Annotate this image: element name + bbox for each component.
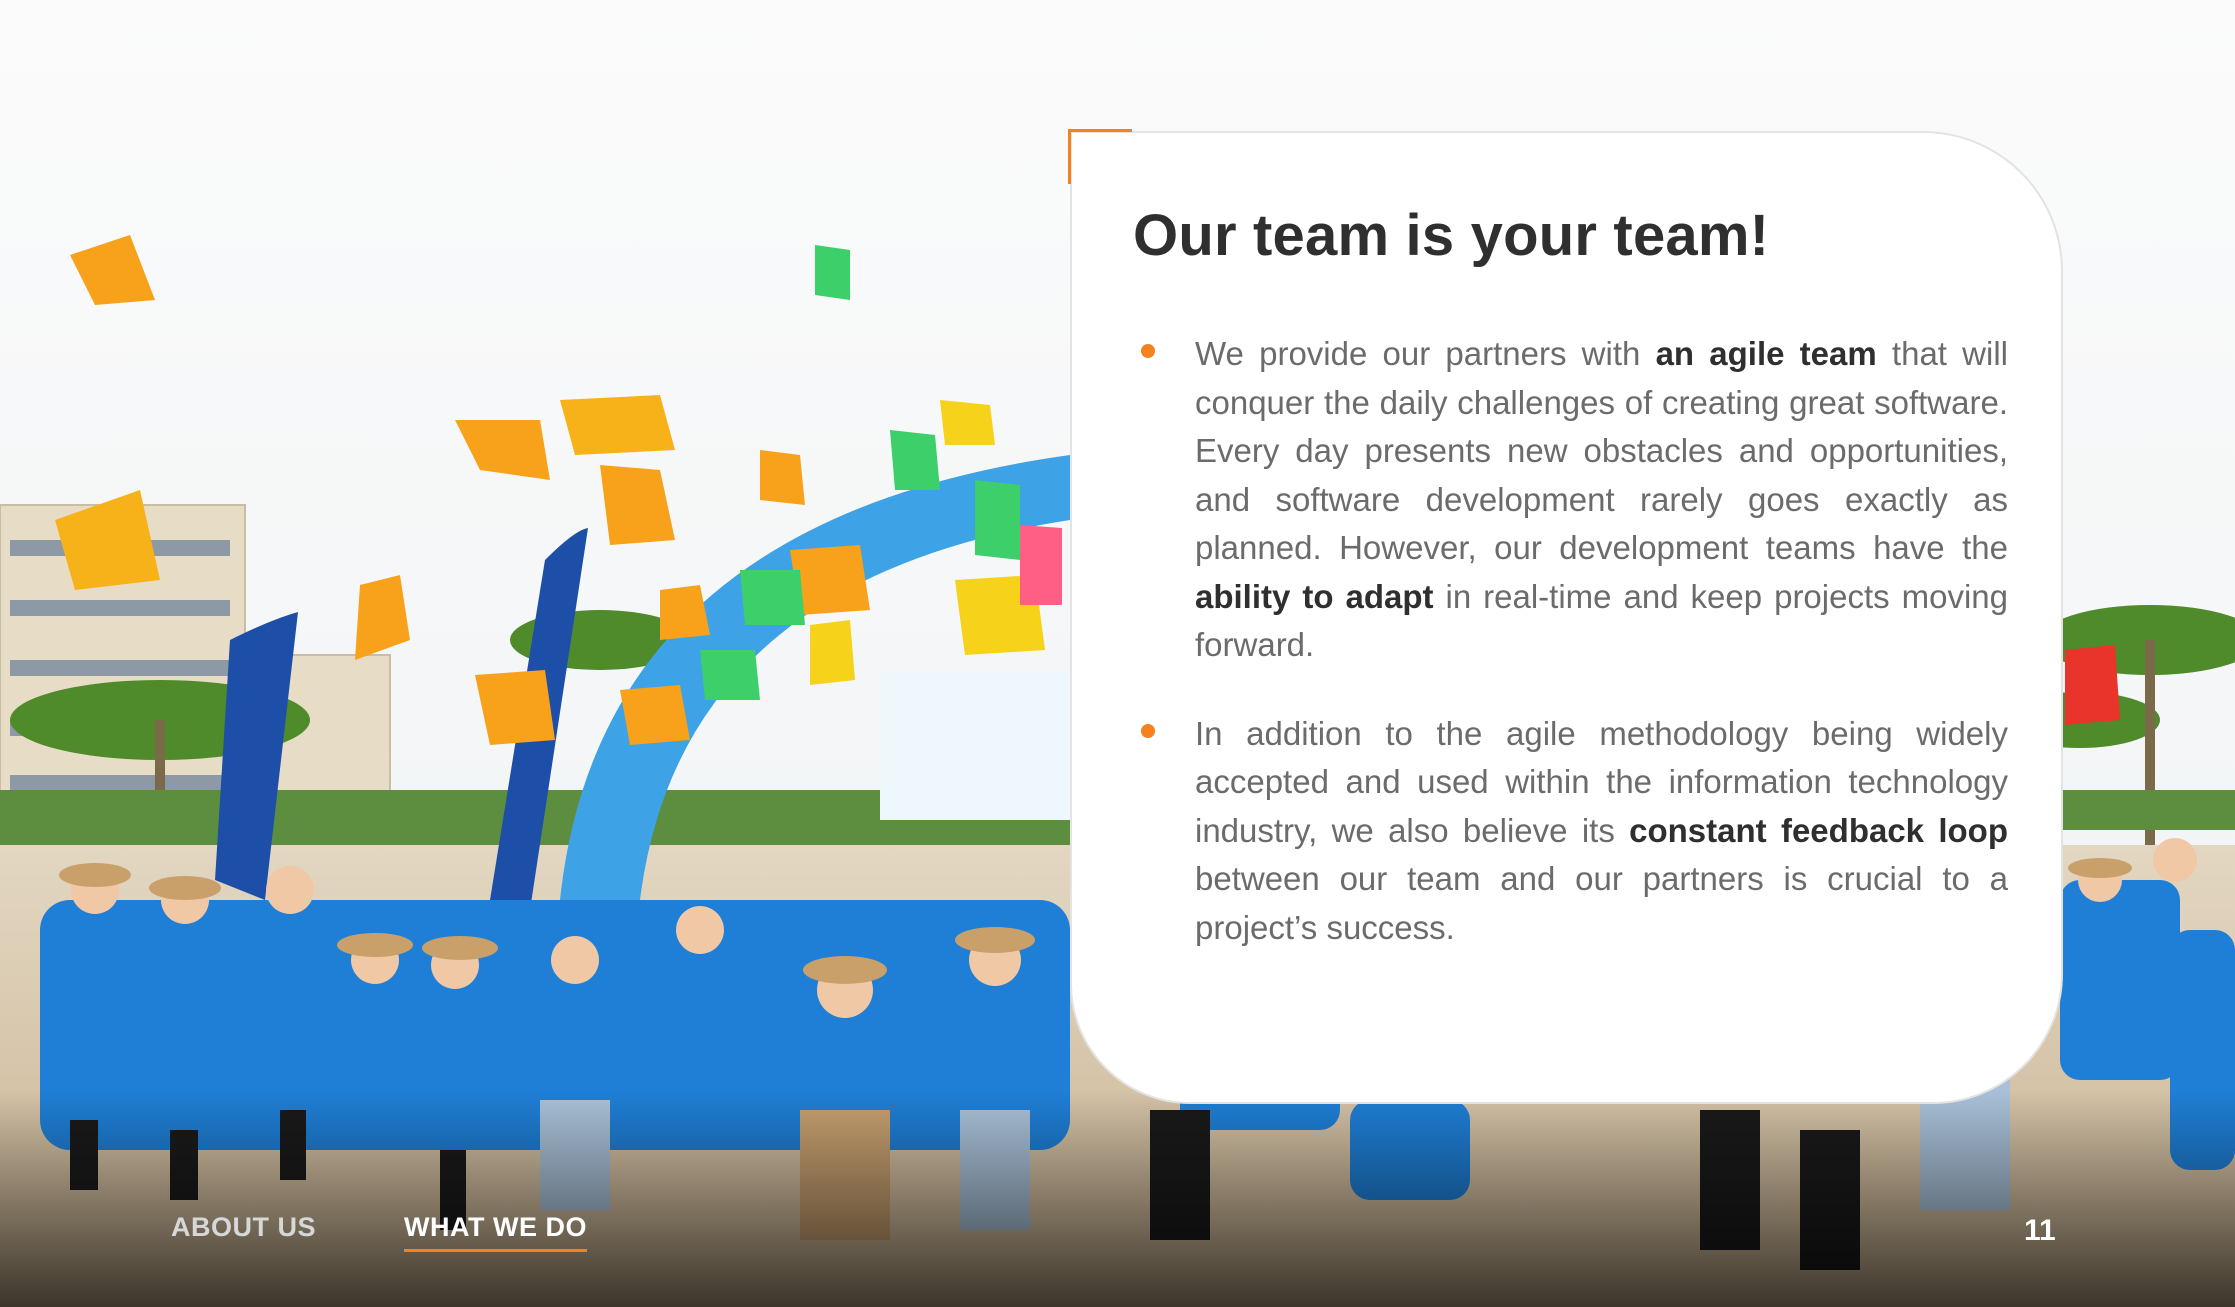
bullet-text-segment: We provide our partners with [1195, 335, 1656, 372]
bullet-emphasis: ability to adapt [1195, 577, 1434, 615]
bullet-text-segment: between our team and our partners is cru… [1195, 860, 2008, 946]
nav-item-about-us[interactable]: ABOUT US [171, 1212, 316, 1252]
bullet-emphasis: an agile team [1655, 335, 1877, 372]
slide-title: Our team is your team! [1133, 203, 1770, 268]
slide-nav: ABOUT US WHAT WE DO [171, 1212, 587, 1252]
bullet-emphasis: constant feedback loop [1629, 811, 2008, 849]
bullet-item: In addition to the agile methodology bei… [1133, 710, 2008, 953]
card-accent-line-vertical [1068, 129, 1071, 184]
bullet-text: In addition to the agile methodology bei… [1195, 710, 2008, 953]
bullet-list: We provide our partners with an agile te… [1133, 330, 2008, 992]
bullet-item: We provide our partners with an agile te… [1133, 330, 2008, 670]
page-number: 11 [2024, 1214, 2056, 1247]
bullet-dot-icon [1141, 344, 1155, 358]
bullet-dot-icon [1141, 723, 1155, 738]
nav-item-what-we-do[interactable]: WHAT WE DO [404, 1212, 587, 1252]
card-accent-line [1070, 129, 1132, 132]
bullet-text: We provide our partners with an agile te… [1195, 330, 2008, 670]
